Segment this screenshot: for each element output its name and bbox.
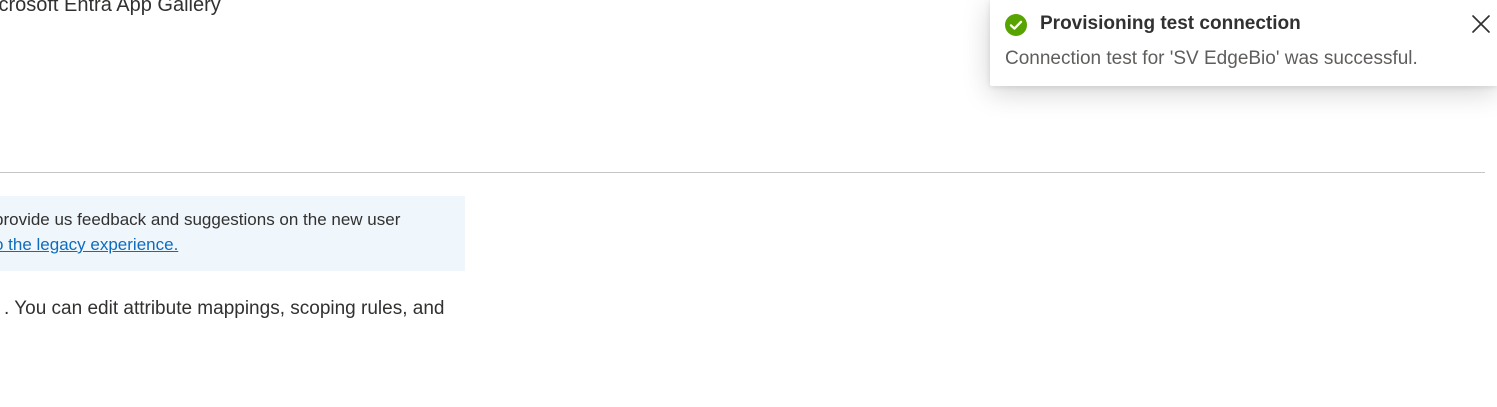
check-circle-icon [1005, 14, 1027, 36]
notification-toast: Provisioning test connection Connection … [990, 0, 1497, 86]
info-banner-link-line: o the legacy experience. [0, 235, 178, 255]
app-source-label: icrosoft Entra App Gallery [0, 0, 221, 16]
toast-message: Connection test for 'SV EdgeBio' was suc… [1005, 48, 1418, 69]
info-banner: provide us feedback and suggestions on t… [0, 196, 465, 271]
info-banner-text: provide us feedback and suggestions on t… [0, 210, 401, 229]
legacy-experience-link[interactable]: o the legacy experience. [0, 235, 178, 254]
section-divider [0, 172, 1485, 173]
toast-title: Provisioning test connection [1040, 13, 1301, 34]
page: icrosoft Entra App Gallery provide us fe… [0, 0, 1497, 407]
provisioning-description: . You can edit attribute mappings, scopi… [4, 298, 445, 319]
close-icon[interactable] [1469, 12, 1493, 36]
